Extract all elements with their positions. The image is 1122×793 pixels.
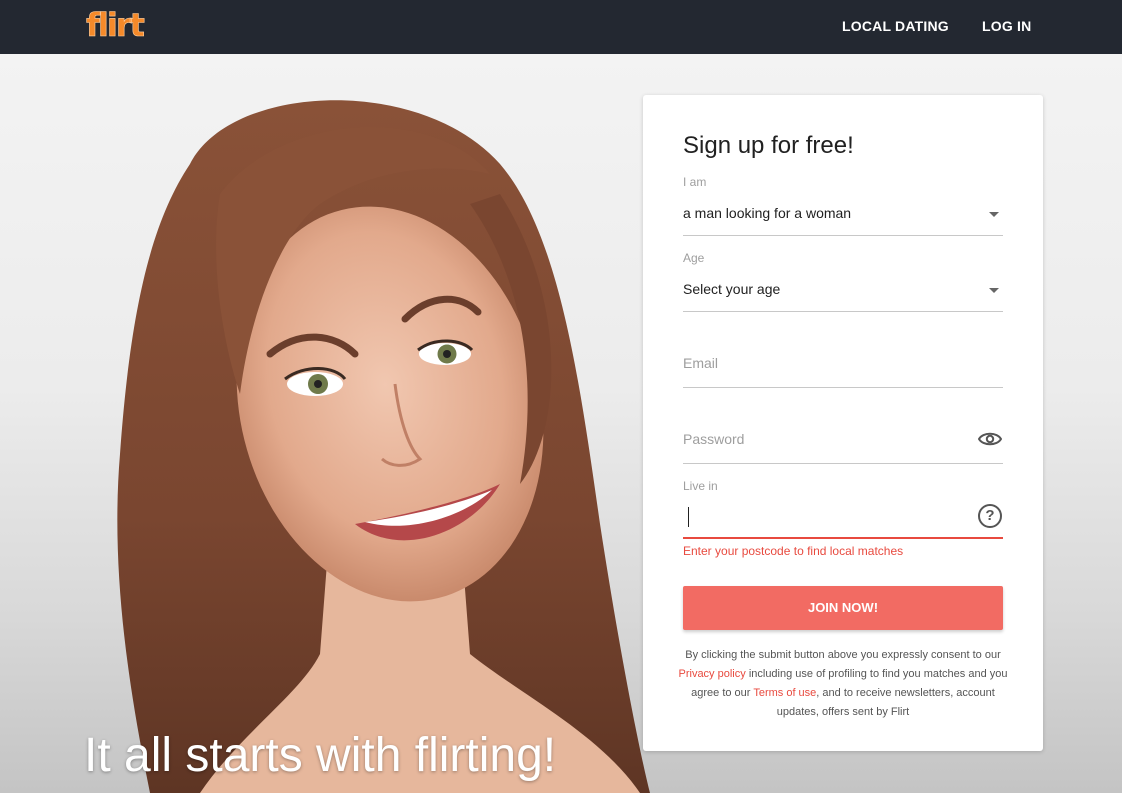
- location-error: Enter your postcode to find local matche…: [683, 544, 904, 558]
- join-now-button[interactable]: JOIN NOW!: [683, 586, 1003, 630]
- signup-title: Sign up for free!: [683, 132, 854, 159]
- email-placeholder: Email: [683, 355, 719, 371]
- gender-value: a man looking for a woman: [683, 205, 852, 221]
- password-field[interactable]: Password: [683, 411, 1003, 465]
- eye-icon[interactable]: [978, 431, 1002, 447]
- gender-select[interactable]: I am a man looking for a woman: [683, 175, 1003, 237]
- nav-local-dating[interactable]: LOCAL DATING: [842, 18, 949, 34]
- age-select[interactable]: Age Select your age: [683, 251, 1003, 313]
- dropdown-caret-icon: [989, 212, 999, 217]
- location-field[interactable]: Live in ?: [683, 479, 1003, 541]
- location-underline: [683, 537, 1003, 539]
- privacy-policy-link[interactable]: Privacy policy: [679, 668, 746, 680]
- password-placeholder: Password: [683, 431, 745, 447]
- email-underline: [683, 387, 1003, 388]
- age-value: Select your age: [683, 281, 781, 297]
- legal-notice: By clicking the submit button above you …: [675, 646, 1011, 722]
- gender-underline: [683, 235, 1003, 236]
- password-underline: [683, 463, 1003, 464]
- top-nav: flirt LOCAL DATING LOG IN: [0, 0, 1122, 54]
- question-icon[interactable]: ?: [978, 504, 1002, 528]
- signup-card: Sign up for free! I am a man looking for…: [643, 95, 1043, 751]
- age-label: Age: [683, 251, 705, 265]
- terms-of-use-link[interactable]: Terms of use: [753, 687, 816, 699]
- gender-label: I am: [683, 175, 707, 189]
- svg-text:flirt: flirt: [86, 6, 145, 44]
- email-field[interactable]: Email: [683, 335, 1003, 389]
- age-underline: [683, 311, 1003, 312]
- hero-photo: [117, 100, 650, 793]
- nav-log-in[interactable]: LOG IN: [982, 18, 1031, 34]
- flirt-logo[interactable]: flirt: [84, 4, 154, 44]
- location-label: Live in: [683, 479, 718, 493]
- text-cursor: [688, 507, 689, 527]
- hero-tagline: It all starts with flirting!: [84, 729, 557, 782]
- legal-text-1: By clicking the submit button above you …: [685, 649, 1001, 661]
- dropdown-caret-icon: [989, 288, 999, 293]
